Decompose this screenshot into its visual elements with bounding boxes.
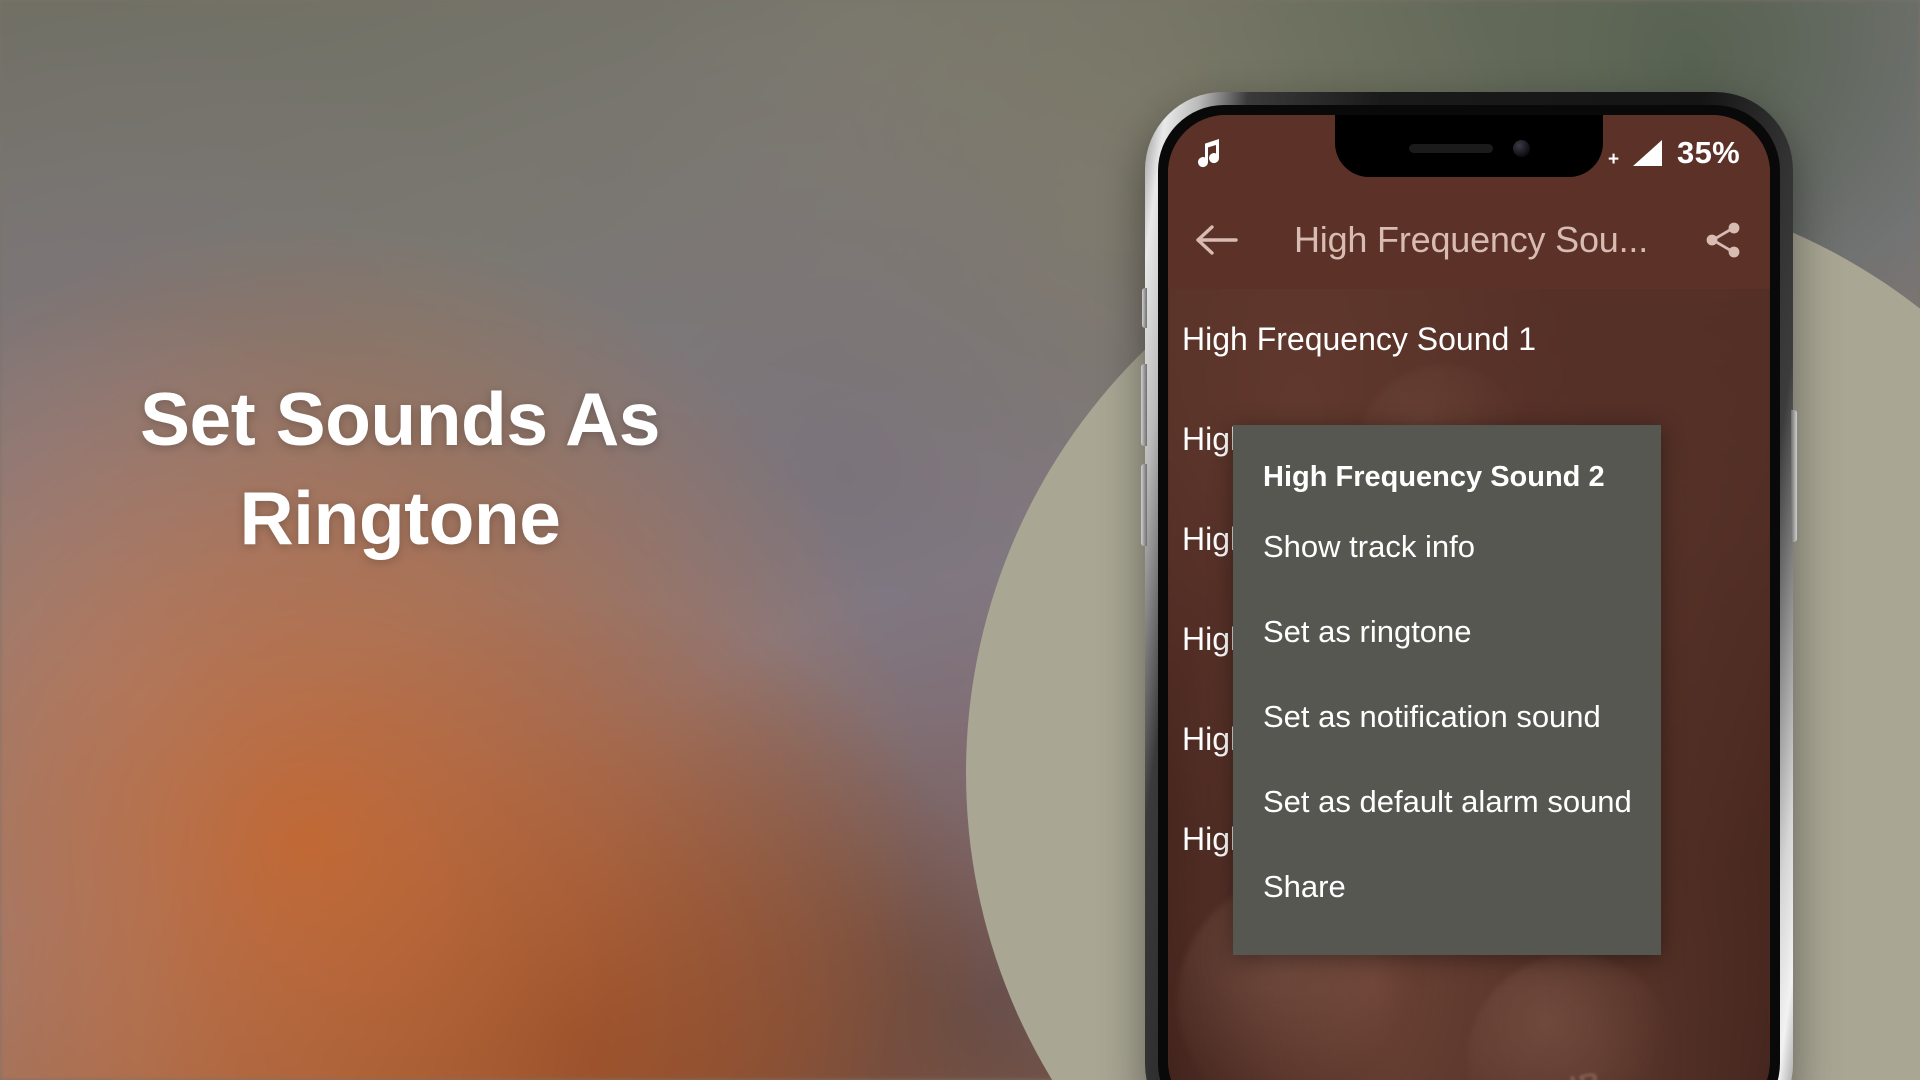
battery-percentage-label: 35% bbox=[1677, 135, 1740, 170]
menu-item-set-as-notification-sound[interactable]: Set as notification sound bbox=[1233, 674, 1661, 759]
music-note-icon bbox=[1198, 138, 1222, 168]
volume-down-button[interactable] bbox=[1141, 464, 1147, 546]
page-title: High Frequency Sou... bbox=[1294, 219, 1648, 260]
power-button[interactable] bbox=[1791, 410, 1797, 542]
back-arrow-icon[interactable] bbox=[1194, 223, 1240, 257]
front-camera-icon bbox=[1512, 139, 1530, 157]
list-item-label: High Frequency Sound 1 bbox=[1182, 320, 1536, 357]
context-menu-header: High Frequency Sound 2 bbox=[1263, 461, 1605, 493]
signal-bars-icon bbox=[1631, 138, 1665, 168]
share-icon[interactable] bbox=[1702, 219, 1744, 261]
status-bar-right: + 35% bbox=[1608, 135, 1740, 171]
context-menu: High Frequency Sound 2 Show track info S… bbox=[1233, 425, 1661, 955]
phone-screen: +12 dB + 35 bbox=[1168, 115, 1770, 1080]
menu-item-show-track-info[interactable]: Show track info bbox=[1233, 504, 1661, 589]
headline-line-2: Ringtone bbox=[239, 476, 561, 560]
menu-item-share[interactable]: Share bbox=[1233, 844, 1661, 929]
menu-item-set-as-ringtone[interactable]: Set as ringtone bbox=[1233, 589, 1661, 674]
list-item[interactable]: High Frequency Sound 1 bbox=[1182, 289, 1770, 389]
headline-line-1: Set Sounds As bbox=[140, 377, 660, 461]
promo-headline: Set Sounds As Ringtone bbox=[0, 370, 800, 568]
screenshot-stage: Set Sounds As Ringtone +12 dB bbox=[0, 0, 1920, 1080]
signal-plus-label: + bbox=[1607, 149, 1620, 170]
status-bar-left bbox=[1198, 138, 1222, 168]
phone-mockup: +12 dB + 35 bbox=[1141, 92, 1797, 1080]
phone-notch bbox=[1335, 115, 1603, 177]
volume-up-button[interactable] bbox=[1141, 364, 1147, 446]
menu-item-set-as-default-alarm-sound[interactable]: Set as default alarm sound bbox=[1233, 759, 1661, 844]
mute-switch-button[interactable] bbox=[1142, 288, 1147, 328]
app-bar: High Frequency Sou... bbox=[1168, 191, 1770, 289]
speaker-grille-icon bbox=[1408, 143, 1493, 153]
